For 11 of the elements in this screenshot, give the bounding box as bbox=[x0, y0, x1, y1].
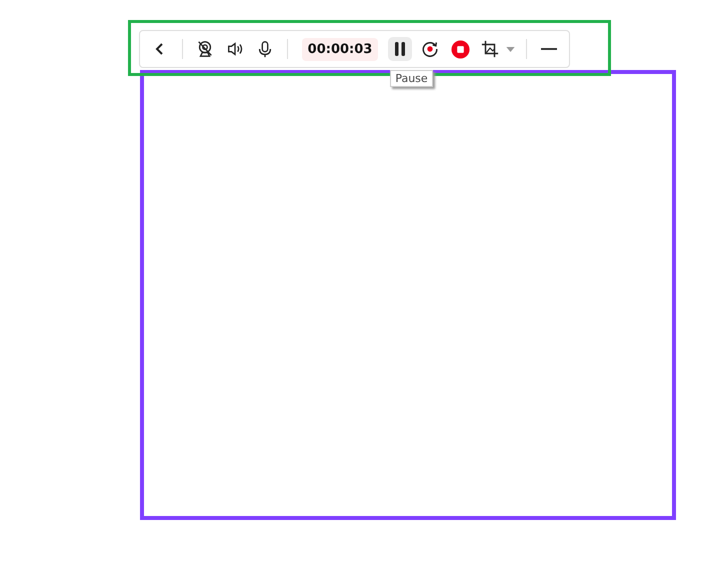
recording-timer: 00:00:03 bbox=[302, 38, 378, 60]
camera-off-icon bbox=[196, 40, 214, 58]
tooltip: Pause bbox=[390, 70, 433, 87]
speaker-icon bbox=[226, 40, 244, 58]
restart-record-icon bbox=[421, 40, 440, 58]
minimize-icon bbox=[541, 48, 558, 50]
crop-icon bbox=[481, 40, 500, 58]
chevron-left-icon bbox=[154, 42, 165, 56]
pause-icon bbox=[394, 42, 406, 56]
stop-icon bbox=[450, 40, 470, 58]
caret-icon bbox=[506, 46, 515, 52]
